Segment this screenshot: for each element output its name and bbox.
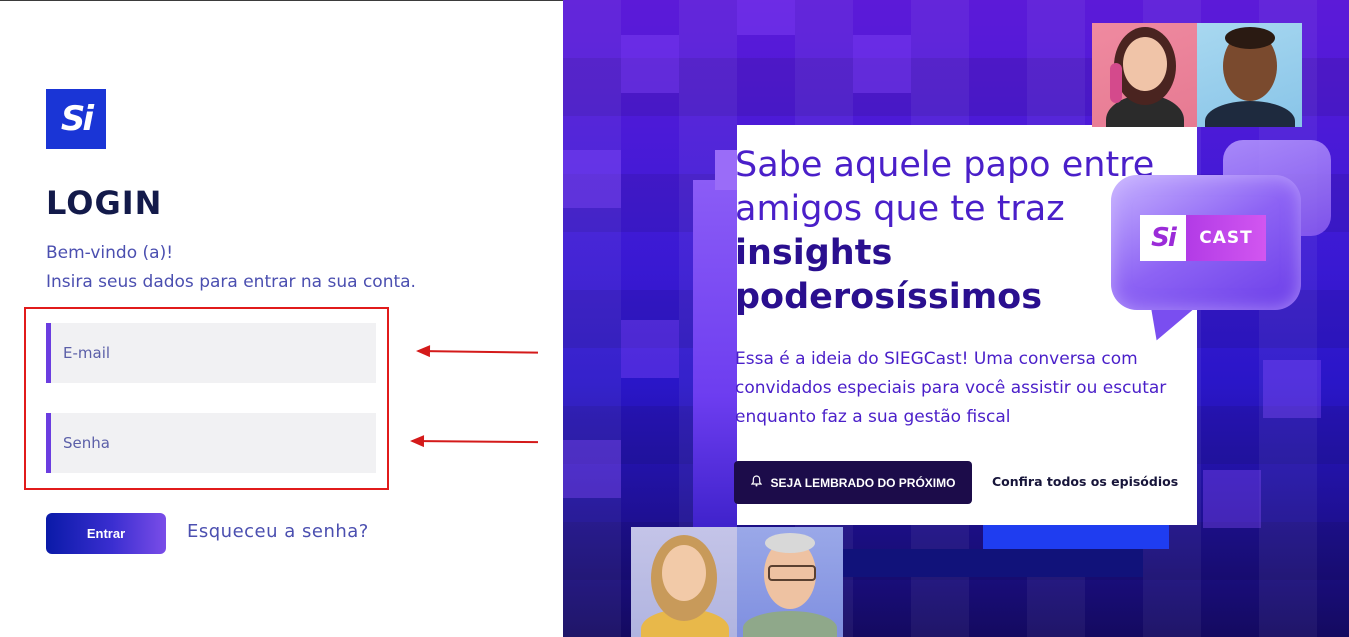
top-border: [0, 0, 563, 1]
welcome-instruction: Insira seus dados para entrar na sua con…: [46, 272, 416, 292]
all-episodes-link[interactable]: Confira todos os episódios: [992, 474, 1178, 489]
decorative-bar-blue: [983, 525, 1169, 549]
remind-me-label: SEJA LEMBRADO DO PRÓXIMO: [770, 475, 956, 490]
remind-me-button[interactable]: SEJA LEMBRADO DO PRÓXIMO: [734, 461, 972, 504]
password-field[interactable]: Senha: [46, 413, 376, 473]
sicast-badge: Si CAST: [1140, 215, 1266, 261]
annotation-arrow-password: [411, 440, 539, 444]
login-submit-button[interactable]: Entrar: [46, 513, 166, 554]
photo-hair: [1225, 27, 1275, 49]
photo-body: [743, 611, 837, 637]
brand-logo: Si: [46, 89, 106, 149]
promo-description: Essa é a ideia do SIEGCast! Uma conversa…: [735, 349, 1167, 427]
guest-photo-older-man: [737, 527, 843, 637]
mosaic-tile: [563, 150, 621, 208]
decorative-bar-dark: [843, 549, 1143, 577]
annotation-arrow-email: [417, 350, 539, 354]
sicast-badge-cast: CAST: [1186, 215, 1266, 261]
page-title: LOGIN: [46, 184, 163, 222]
photo-face: [662, 545, 706, 601]
forgot-password-link[interactable]: Esqueceu a senha?: [187, 521, 369, 542]
photo-face: [1123, 37, 1167, 91]
sicast-badge-si: Si: [1140, 215, 1186, 261]
photo-hair-pink: [1110, 63, 1122, 103]
guest-photo-woman-blonde: [631, 527, 737, 637]
mosaic-tile: [1203, 470, 1261, 528]
photo-hair: [765, 533, 815, 553]
welcome-greeting: Bem-vindo (a)!: [46, 243, 174, 263]
bell-icon: [750, 475, 762, 490]
guest-photo-man: [1197, 23, 1302, 127]
mosaic-tile: [621, 320, 679, 378]
guest-photo-woman-pink-hair: [1092, 23, 1197, 127]
promo-panel: Sabe aquele papo entre amigos que te tra…: [563, 0, 1349, 637]
welcome-text: Bem-vindo (a)! Insira seus dados para en…: [46, 239, 416, 297]
decorative-pillar-top: [715, 150, 737, 190]
mosaic-tile: [853, 35, 911, 93]
glasses-icon: [768, 565, 816, 581]
photo-body: [1205, 101, 1295, 127]
mosaic-tile: [737, 0, 795, 35]
logo-text: Si: [60, 99, 94, 139]
email-placeholder: E-mail: [63, 344, 111, 362]
email-field[interactable]: E-mail: [46, 323, 376, 383]
mosaic-tile: [621, 35, 679, 93]
mosaic-tile: [1263, 360, 1321, 418]
password-placeholder: Senha: [63, 434, 110, 452]
mosaic-tile: [563, 440, 621, 498]
decorative-pillar: [693, 180, 737, 540]
